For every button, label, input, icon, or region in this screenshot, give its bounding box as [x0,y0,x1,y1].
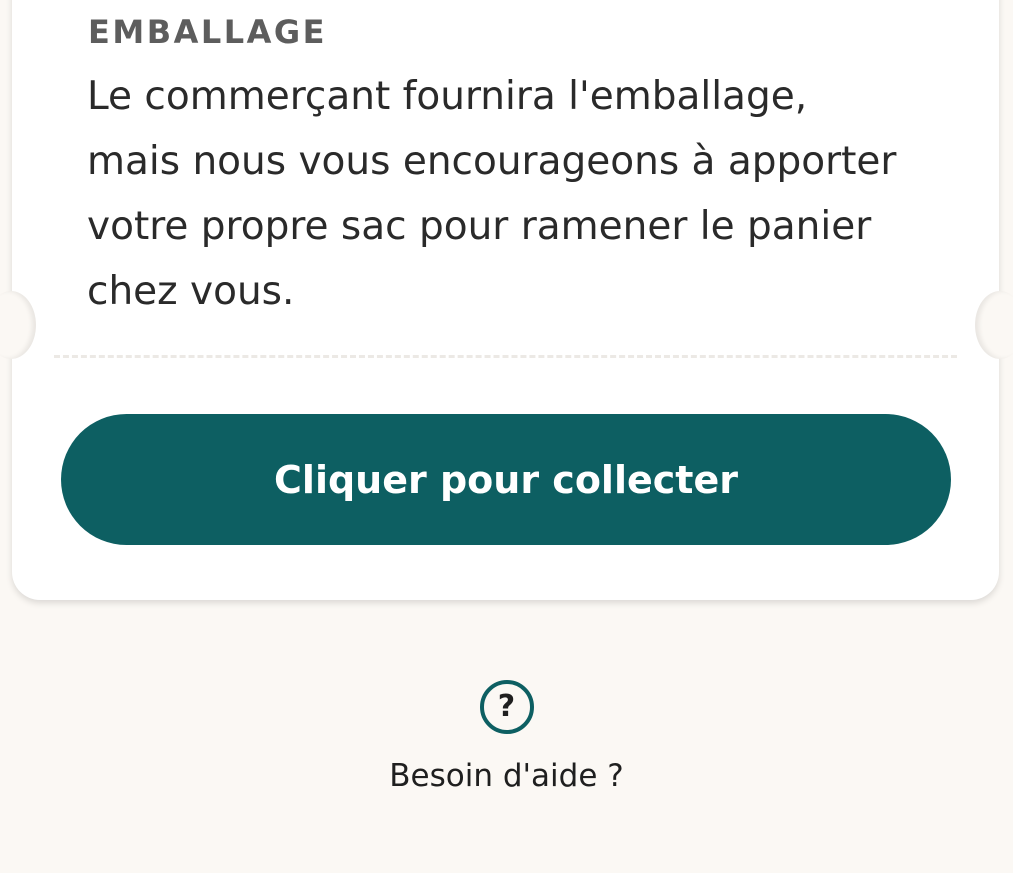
packaging-text: Le commerçant fournira l'emballage, mais… [87,74,897,314]
help-label[interactable]: Besoin d'aide ? [389,758,623,794]
help-link[interactable]: ? Besoin d'aide ? [0,680,1013,794]
ticket-notch-left [0,291,36,359]
collect-button[interactable]: Cliquer pour collecter [61,414,951,545]
question-circle-icon[interactable]: ? [479,680,534,734]
order-card: EMBALLAGE Le commerçant fournira l'embal… [0,0,1013,600]
dashed-separator [54,355,957,358]
page: EMBALLAGE Le commerçant fournira l'embal… [0,0,1013,873]
ticket-notch-right [975,291,1013,359]
packaging-heading: EMBALLAGE [88,13,328,51]
